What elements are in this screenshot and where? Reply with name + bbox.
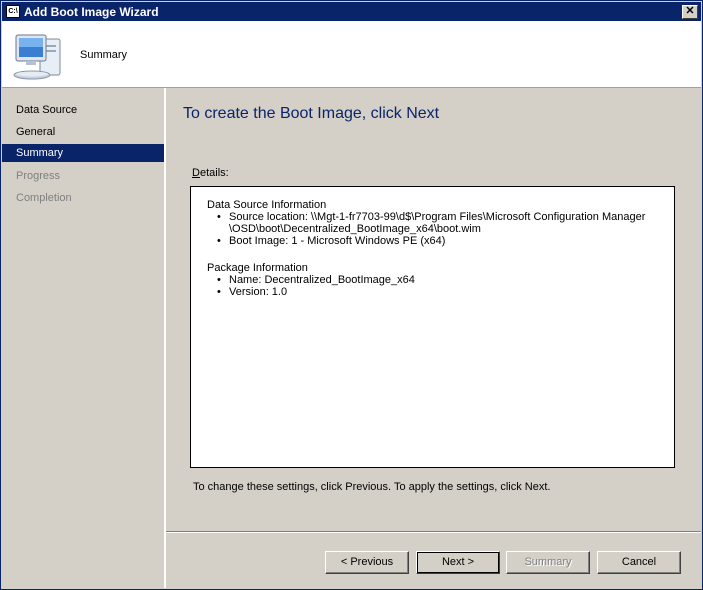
package-name-value: Name: Decentralized_BootImage_x64 xyxy=(229,274,415,286)
page-title: Summary xyxy=(80,49,128,61)
summary-button: Summary xyxy=(506,551,590,574)
data-source-section: Data Source Information Source location:… xyxy=(207,199,645,247)
main-content: To create the Boot Image, click Next Det… xyxy=(166,88,701,588)
details-label-accesskey: D xyxy=(192,167,200,179)
section-title: Package Information xyxy=(207,262,308,274)
package-version-value: Version: 1.0 xyxy=(229,286,288,298)
wizard-window: C:\ Add Boot Image Wizard ✕ Summary Data… xyxy=(0,0,703,590)
source-location-line-1: Source location: \\Mgt-1-fr7703-99\d$\Pr… xyxy=(229,211,646,223)
close-button[interactable]: ✕ xyxy=(682,5,698,19)
details-label-text: etails: xyxy=(199,167,229,179)
section-title: Data Source Information xyxy=(207,199,327,211)
next-button[interactable]: Next > xyxy=(416,551,500,574)
previous-button[interactable]: < Previous xyxy=(325,551,409,574)
sidebar-item-data-source[interactable]: Data Source xyxy=(2,101,164,119)
package-section: Package Information Name: Decentralized_… xyxy=(207,262,415,298)
sidebar-item-completion: Completion xyxy=(16,192,72,204)
boot-image-value: Boot Image: 1 - Microsoft Windows PE (x6… xyxy=(229,235,446,247)
list-item: Source location: \\Mgt-1-fr7703-99\d$\Pr… xyxy=(207,211,645,235)
details-textbox[interactable]: Data Source Information Source location:… xyxy=(190,186,675,468)
app-icon: C:\ xyxy=(6,5,20,18)
computer-icon xyxy=(13,34,61,80)
sidebar-item-summary[interactable]: Summary xyxy=(2,144,164,162)
title-bar[interactable]: C:\ Add Boot Image Wizard ✕ xyxy=(2,2,701,21)
apply-instructions: To change these settings, click Previous… xyxy=(193,481,551,493)
window-title: Add Boot Image Wizard xyxy=(24,5,159,19)
list-item: Boot Image: 1 - Microsoft Windows PE (x6… xyxy=(207,235,645,247)
details-label: Details: xyxy=(192,167,229,179)
list-item: Version: 1.0 xyxy=(207,286,415,298)
wizard-header: Summary xyxy=(2,21,701,88)
page-heading: To create the Boot Image, click Next xyxy=(183,105,440,122)
wizard-steps-sidebar: Data Source General Summary Progress Com… xyxy=(2,88,166,588)
sidebar-item-general[interactable]: General xyxy=(2,123,164,141)
source-location-line-2: \OSD\boot\Decentralized_BootImage_x64\bo… xyxy=(229,223,481,235)
cancel-button[interactable]: Cancel xyxy=(597,551,681,574)
divider xyxy=(166,531,701,533)
sidebar-item-progress: Progress xyxy=(16,170,61,182)
list-item: Name: Decentralized_BootImage_x64 xyxy=(207,274,415,286)
